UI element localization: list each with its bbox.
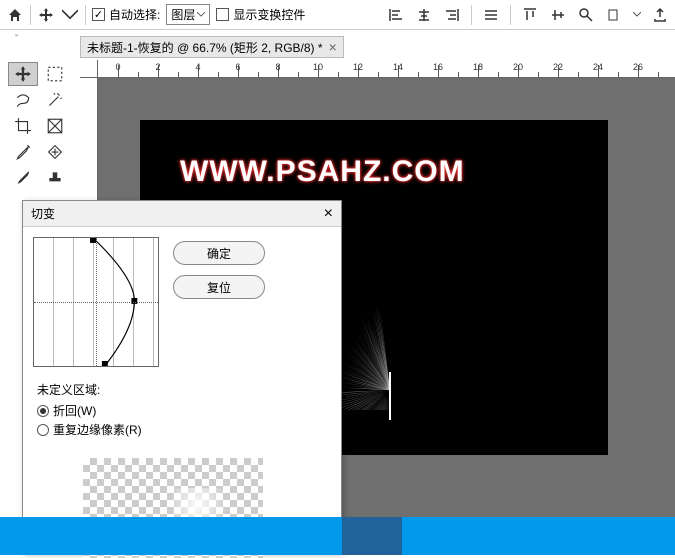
stamp-tool[interactable] — [40, 166, 70, 190]
checkbox-icon — [216, 8, 229, 21]
layer-dropdown-label: 图层 — [171, 6, 195, 23]
layer-dropdown[interactable]: 图层 — [166, 4, 210, 25]
burst-shape — [340, 230, 440, 410]
bottom-taskbar — [0, 517, 675, 555]
auto-select-checkbox[interactable]: 自动选择: — [92, 6, 160, 23]
curve-icon — [34, 238, 158, 366]
ruler-label: 2 — [155, 62, 160, 72]
dialog-titlebar[interactable]: 切变 × — [23, 201, 341, 227]
undefined-area-title: 未定义区域: — [37, 381, 327, 398]
align-top-icon[interactable] — [521, 6, 539, 24]
ruler-label: 12 — [353, 62, 363, 72]
align-left-icon[interactable] — [387, 6, 405, 24]
repeat-label: 重复边缘像素(R) — [53, 421, 142, 438]
ruler-label: 20 — [513, 62, 523, 72]
zoom-icon[interactable] — [577, 6, 595, 24]
tab-close-icon[interactable]: × — [329, 39, 337, 55]
show-transform-label: 显示变换控件 — [233, 6, 305, 23]
checkbox-icon — [92, 8, 105, 21]
ruler-label: 26 — [633, 62, 643, 72]
reset-label: 复位 — [207, 279, 231, 296]
wrap-radio[interactable]: 折回(W) — [37, 402, 327, 419]
separator — [30, 5, 31, 25]
repeat-radio[interactable]: 重复边缘像素(R) — [37, 421, 327, 438]
ruler-label: 14 — [393, 62, 403, 72]
ruler-corner — [80, 60, 98, 78]
align-middle-icon[interactable] — [549, 6, 567, 24]
close-icon[interactable]: × — [324, 205, 333, 223]
3d-mode-icon[interactable] — [605, 6, 623, 24]
chevron-down-icon[interactable] — [633, 12, 641, 17]
chevron-down-icon — [197, 12, 205, 17]
stem-shape — [389, 372, 391, 420]
undefined-area-section: 未定义区域: 折回(W) 重复边缘像素(R) — [23, 377, 341, 444]
shear-curve-editor[interactable] — [33, 237, 159, 367]
show-transform-checkbox[interactable]: 显示变换控件 — [216, 6, 305, 23]
marquee-tool[interactable] — [40, 62, 70, 86]
ruler-label: 8 — [275, 62, 280, 72]
ruler-label: 0 — [115, 62, 120, 72]
ruler-label: 10 — [313, 62, 323, 72]
magic-wand-tool[interactable] — [40, 88, 70, 112]
toolbox-drag-handle[interactable]: » — [6, 34, 28, 44]
wrap-label: 折回(W) — [53, 402, 96, 419]
ruler-label: 16 — [433, 62, 443, 72]
home-icon[interactable] — [6, 6, 24, 24]
tab-title: 未标题-1-恢复的 @ 66.7% (矩形 2, RGB/8) * — [87, 39, 323, 56]
reset-button[interactable]: 复位 — [173, 275, 265, 299]
radio-icon — [37, 424, 49, 436]
radio-icon — [37, 405, 49, 417]
dropdown-chevron[interactable] — [61, 6, 79, 24]
dialog-title-text: 切变 — [31, 205, 55, 222]
top-toolbar: 自动选择: 图层 显示变换控件 — [0, 0, 675, 30]
taskbar-segment — [342, 517, 402, 555]
separator — [471, 5, 472, 25]
healing-tool[interactable] — [40, 140, 70, 164]
auto-select-label: 自动选择: — [109, 6, 160, 23]
canvas-text-layer: WWW.PSAHZ.COM — [180, 155, 465, 189]
ruler-label: 4 — [195, 62, 200, 72]
shear-dialog: 切变 × 确定 复位 未定义区域: 折回(W) 重复边缘像素(R) — [22, 200, 342, 553]
align-center-icon[interactable] — [415, 6, 433, 24]
tools-panel — [6, 60, 72, 192]
lasso-tool[interactable] — [8, 88, 38, 112]
separator — [510, 5, 511, 25]
ok-label: 确定 — [207, 245, 231, 262]
move-tool[interactable] — [8, 62, 38, 86]
brush-tool[interactable] — [8, 166, 38, 190]
ruler-label: 22 — [553, 62, 563, 72]
ok-button[interactable]: 确定 — [173, 241, 265, 265]
separator — [85, 5, 86, 25]
ruler-label: 24 — [593, 62, 603, 72]
share-icon[interactable] — [651, 6, 669, 24]
ruler-label: 6 — [235, 62, 240, 72]
align-right-icon[interactable] — [443, 6, 461, 24]
eyedropper-tool[interactable] — [8, 140, 38, 164]
crop-tool[interactable] — [8, 114, 38, 138]
ruler-label: 18 — [473, 62, 483, 72]
document-tab[interactable]: 未标题-1-恢复的 @ 66.7% (矩形 2, RGB/8) * × — [80, 36, 344, 58]
frame-tool[interactable] — [40, 114, 70, 138]
distribute-icon[interactable] — [482, 6, 500, 24]
horizontal-ruler: 02468101214161820222426 — [98, 60, 675, 78]
move-tool-icon[interactable] — [37, 6, 55, 24]
